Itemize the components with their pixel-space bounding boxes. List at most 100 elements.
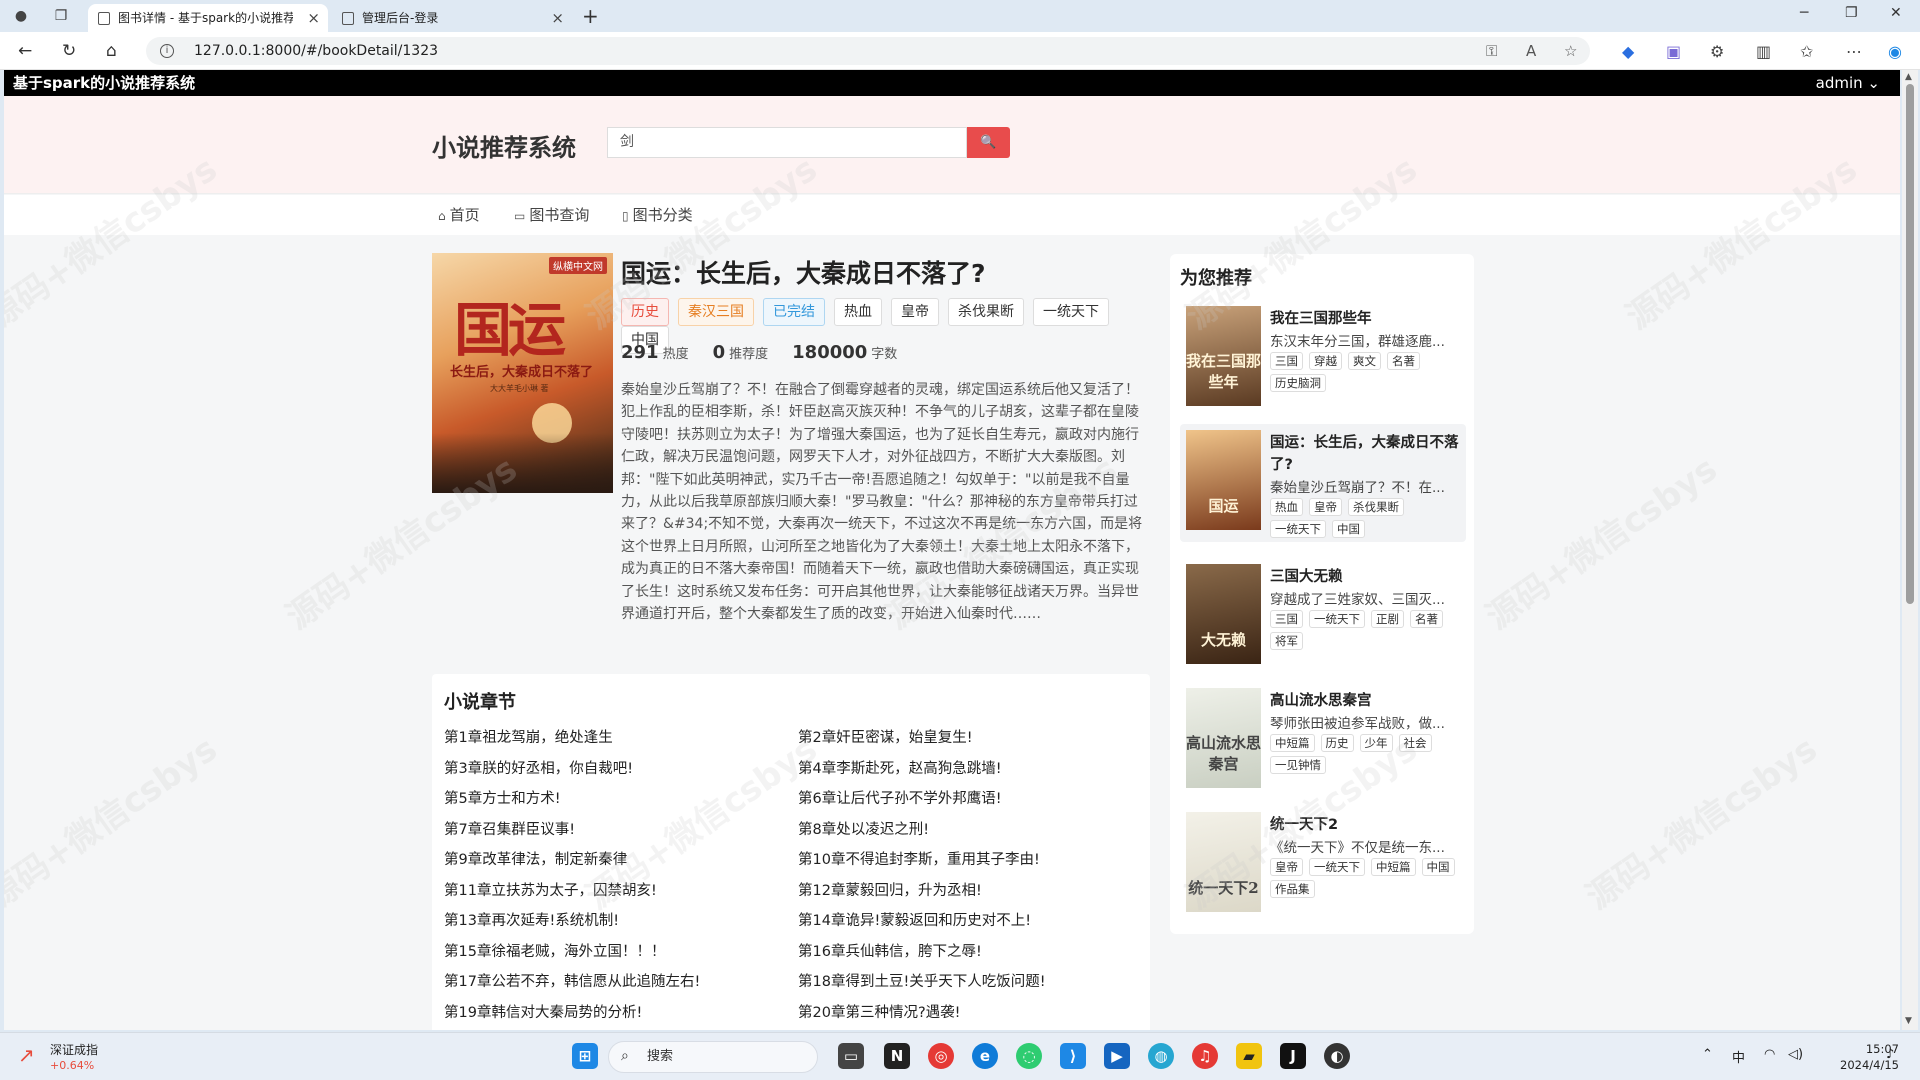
recommend-tag[interactable]: 名著 — [1387, 352, 1420, 370]
home-icon[interactable]: ⌂ — [106, 41, 117, 61]
search-button[interactable]: 🔍 — [967, 127, 1010, 158]
recommend-tag[interactable]: 作品集 — [1270, 880, 1315, 898]
recommend-item[interactable]: 国运 国运：长生后，大秦成日不落了? 秦始皇沙丘驾崩了？不！在... 热血 皇帝 杀伐果断… — [1180, 424, 1466, 542]
split-screen-icon[interactable]: ▥ — [1756, 42, 1771, 61]
recommend-item[interactable]: 高山流水思秦宫 高山流水思秦宫 琴师张田被迫参军战败，做... 中短篇 历史 少年 社会一见… — [1180, 682, 1466, 800]
recommend-item[interactable]: 我在三国那些年 我在三国那些年 东汉末年分三国，群雄逐鹿... 三国 穿越 爽文 名著历史脑… — [1180, 300, 1466, 418]
chapter-link[interactable]: 第11章立扶苏为太子，囚禁胡亥! — [444, 879, 657, 900]
ime-indicator[interactable]: 中 — [1732, 1047, 1745, 1066]
book-tag[interactable]: 历史 — [621, 298, 669, 326]
recommend-tag[interactable]: 皇帝 — [1270, 858, 1303, 876]
recommend-name[interactable]: 三国大无赖 — [1270, 566, 1460, 588]
task-view-icon[interactable]: ▭ — [838, 1043, 864, 1069]
jetbrains-icon[interactable]: J — [1280, 1043, 1306, 1069]
recommend-cover[interactable]: 我在三国那些年 — [1186, 306, 1261, 406]
recommend-item[interactable]: 统一天下2 统一天下2 《统一天下》不仅是统一东... 皇帝 一统天下 中短篇 中国作品集 — [1180, 806, 1466, 924]
extensions-icon[interactable]: ⚙ — [1710, 42, 1724, 61]
recommend-tag[interactable]: 将军 — [1270, 632, 1303, 650]
vscode-icon[interactable]: ⟩ — [1060, 1043, 1086, 1069]
recommend-tag[interactable]: 皇帝 — [1309, 498, 1342, 516]
chapter-link[interactable]: 第2章奸臣密谋，始皇复生! — [798, 726, 973, 747]
info-icon[interactable]: i — [160, 44, 174, 58]
refresh-icon[interactable]: ↻ — [62, 41, 76, 61]
scroll-up-icon[interactable]: ▲ — [1905, 72, 1912, 82]
extension-icon[interactable]: ◆ — [1622, 42, 1634, 61]
recommend-tag[interactable]: 历史脑洞 — [1270, 374, 1326, 392]
recommend-tag[interactable]: 少年 — [1359, 734, 1393, 752]
chapter-link[interactable]: 第9章改革律法，制定新秦律 — [444, 848, 627, 869]
book-tag[interactable]: 一统天下 — [1033, 298, 1109, 326]
recommend-tag[interactable]: 一见钟情 — [1270, 756, 1326, 774]
recommend-tag[interactable]: 社会 — [1398, 734, 1432, 752]
chapter-link[interactable]: 第6章让后代子孙不学外邦鹰语! — [798, 787, 1002, 808]
close-tab-icon[interactable]: × — [551, 4, 564, 32]
tab-admin-login[interactable]: 管理后台-登录 × — [332, 4, 572, 32]
book-tag[interactable]: 热血 — [834, 298, 882, 326]
recommend-tag[interactable]: 中短篇 — [1270, 734, 1315, 752]
new-tab-button[interactable]: + — [582, 5, 599, 27]
recommend-tag[interactable]: 历史 — [1320, 734, 1354, 752]
nav-book-search[interactable]: ▭ 图书查询 — [514, 195, 589, 236]
chapter-link[interactable]: 第18章得到土豆!关乎天下人吃饭问题! — [798, 970, 1046, 991]
notion-icon[interactable]: N — [884, 1043, 910, 1069]
back-icon[interactable]: ← — [18, 41, 32, 61]
book-tag[interactable]: 秦汉三国 — [678, 298, 754, 326]
scroll-down-icon[interactable]: ▼ — [1905, 1016, 1912, 1026]
recommend-tag[interactable]: 一统天下 — [1309, 610, 1365, 628]
minimize-button[interactable]: ─ — [1800, 5, 1808, 21]
chapter-link[interactable]: 第4章李斯赴死，赵高狗急跳墙! — [798, 757, 1002, 778]
search-input[interactable]: 剑 — [607, 127, 967, 158]
copilot-icon[interactable]: ◉ — [1888, 42, 1902, 61]
recommend-tag[interactable]: 三国 — [1270, 352, 1303, 370]
chapter-link[interactable]: 第12章蒙毅回归，升为丞相! — [798, 879, 982, 900]
notification-icon[interactable]: ♪ — [1886, 1047, 1894, 1062]
chapter-link[interactable]: 第15章徐福老贼，海外立国！！！ — [444, 940, 665, 961]
game-icon[interactable]: ◐ — [1324, 1043, 1350, 1069]
chrome-icon[interactable]: ◎ — [928, 1043, 954, 1069]
recommend-cover[interactable]: 统一天下2 — [1186, 812, 1261, 912]
book-tag[interactable]: 皇帝 — [891, 298, 939, 326]
close-tab-icon[interactable]: × — [307, 4, 320, 32]
chapter-link[interactable]: 第5章方士和方术! — [444, 787, 561, 808]
chapter-link[interactable]: 第8章处以凌迟之刑! — [798, 818, 929, 839]
close-window-button[interactable]: ✕ — [1890, 5, 1902, 21]
recommend-tag[interactable]: 杀伐果断 — [1348, 498, 1404, 516]
tab-book-detail[interactable]: 图书详情 - 基于spark的小说推荐 × — [88, 4, 328, 32]
chapter-link[interactable]: 第16章兵仙韩信，胯下之辱! — [798, 940, 982, 961]
favorite-star-icon[interactable]: ☆ — [1564, 42, 1577, 60]
recommend-tag[interactable]: 名著 — [1410, 610, 1443, 628]
book-tag[interactable]: 杀伐果断 — [948, 298, 1024, 326]
recommend-name[interactable]: 高山流水思秦宫 — [1270, 690, 1460, 712]
chapter-link[interactable]: 第3章朕的好丞相，你自裁吧! — [444, 757, 633, 778]
volume-icon[interactable]: ◁) — [1788, 1047, 1803, 1062]
site-title[interactable]: 小说推荐系统 — [432, 128, 576, 163]
recommend-tag[interactable]: 中短篇 — [1371, 858, 1416, 876]
chapter-link[interactable]: 第1章祖龙驾崩，绝处逢生 — [444, 726, 613, 747]
recommend-tag[interactable]: 一统天下 — [1270, 520, 1326, 538]
restore-button[interactable]: ❐ — [1845, 5, 1858, 21]
book-tag[interactable]: 已完结 — [763, 298, 825, 326]
more-icon[interactable]: ⋯ — [1846, 42, 1862, 61]
chapter-link[interactable]: 第17章公若不弃，韩信愿从此追随左右! — [444, 970, 700, 991]
recommend-name[interactable]: 统一天下2 — [1270, 814, 1460, 836]
tray-up-icon[interactable]: ⌃ — [1702, 1047, 1713, 1062]
wifi-icon[interactable]: ◠ — [1764, 1047, 1775, 1062]
recommend-cover[interactable]: 国运 — [1186, 430, 1261, 530]
recommend-cover[interactable]: 高山流水思秦宫 — [1186, 688, 1261, 788]
read-aloud-icon[interactable]: A — [1526, 42, 1536, 60]
profile-icon[interactable]: ● — [12, 7, 30, 25]
edge-icon[interactable]: e — [972, 1043, 998, 1069]
recommend-tag[interactable]: 正剧 — [1371, 610, 1404, 628]
chapter-link[interactable]: 第14章诡异!蒙毅返回和历史对不上! — [798, 909, 1031, 930]
recommend-tag[interactable]: 一统天下 — [1309, 858, 1365, 876]
start-icon[interactable]: ⊞ — [572, 1043, 598, 1069]
recommend-item[interactable]: 大无赖 三国大无赖 穿越成了三姓家奴、三国灭... 三国 一统天下 正剧 名著将军 — [1180, 558, 1466, 676]
music-icon[interactable]: ♫ — [1192, 1043, 1218, 1069]
qq-icon[interactable]: ◍ — [1148, 1043, 1174, 1069]
favorites-icon[interactable]: ✩ — [1800, 42, 1813, 61]
notes-icon[interactable]: ▰ — [1236, 1043, 1262, 1069]
recommend-name[interactable]: 我在三国那些年 — [1270, 308, 1460, 330]
recommend-name[interactable]: 国运：长生后，大秦成日不落了? — [1270, 432, 1460, 476]
chapter-link[interactable]: 第10章不得追封李斯，重用其子李由! — [798, 848, 1040, 869]
recommend-tag[interactable]: 热血 — [1270, 498, 1303, 516]
